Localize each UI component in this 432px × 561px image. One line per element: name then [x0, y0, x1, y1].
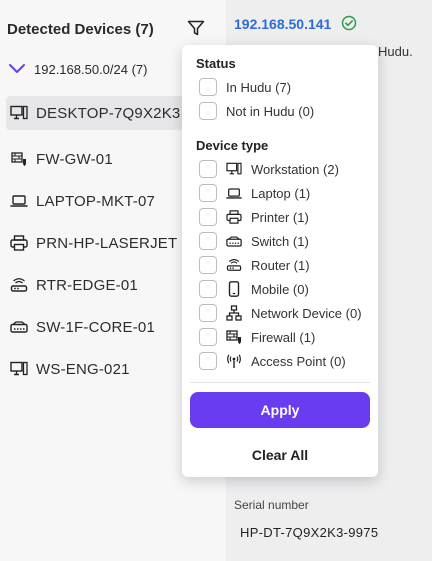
router-icon: [226, 257, 242, 273]
device-label: PRN-HP-LASERJET: [36, 234, 178, 252]
laptop-icon: [10, 193, 28, 209]
workstation-icon: [226, 161, 242, 177]
chevron-down-icon: [9, 64, 25, 73]
filter-option-label: Switch (1): [251, 233, 309, 249]
checkbox[interactable]: [199, 102, 217, 120]
filter-option-label: Mobile (0): [251, 281, 309, 297]
checkbox[interactable]: [199, 328, 217, 346]
mobile-icon: [226, 281, 242, 297]
subnet-group[interactable]: 192.168.50.0/24 (7): [8, 58, 147, 80]
workstation-icon: [10, 105, 28, 121]
device-label: DESKTOP-7Q9X2K3: [36, 104, 181, 122]
serial-number-label: Serial number: [234, 498, 309, 512]
filter-option-label: In Hudu (7): [226, 79, 292, 95]
checkbox[interactable]: [199, 160, 217, 178]
clear-all-button[interactable]: Clear All: [190, 443, 370, 467]
network-device-icon: [226, 305, 242, 321]
filter-option-network-device[interactable]: Network Device (0): [199, 303, 362, 323]
workstation-icon: [10, 361, 28, 377]
filter-option-switch[interactable]: Switch (1): [199, 231, 309, 251]
checkbox[interactable]: [199, 304, 217, 322]
filter-option-label: Router (1): [251, 257, 310, 273]
checkbox[interactable]: [199, 208, 217, 226]
serial-number-value: HP-DT-7Q9X2K3-9975: [240, 525, 379, 540]
device-label: SW-1F-CORE-01: [36, 318, 156, 336]
filter-option-label: Laptop (1): [251, 185, 311, 201]
filter-option-mobile[interactable]: Mobile (0): [199, 279, 309, 299]
device-label: LAPTOP-MKT-07: [36, 192, 156, 210]
filter-option-not-in-hudu[interactable]: Not in Hudu (0): [199, 101, 314, 121]
device-label: FW-GW-01: [36, 150, 113, 168]
check-circle-icon: [341, 15, 357, 36]
checkbox[interactable]: [199, 232, 217, 250]
filter-option-label: Access Point (0): [251, 353, 346, 369]
device-ip-link[interactable]: 192.168.50.141: [234, 16, 331, 32]
filter-dropdown: Status In Hudu (7) Not in Hudu (0) Devic…: [182, 45, 378, 477]
filter-option-label: Workstation (2): [251, 161, 339, 177]
filter-button[interactable]: [184, 16, 208, 40]
hudu-status-text: Hudu.: [378, 44, 413, 59]
filter-option-access-point[interactable]: Access Point (0): [199, 351, 346, 371]
device-label: RTR-EDGE-01: [36, 276, 138, 294]
filter-option-label: Firewall (1): [251, 329, 316, 345]
access-point-icon: [226, 353, 242, 369]
filter-option-in-hudu[interactable]: In Hudu (7): [199, 77, 291, 97]
divider: [190, 382, 370, 383]
filter-option-workstation[interactable]: Workstation (2): [199, 159, 339, 179]
checkbox[interactable]: [199, 280, 217, 298]
checkbox[interactable]: [199, 184, 217, 202]
subnet-label: 192.168.50.0/24 (7): [34, 61, 148, 77]
printer-icon: [10, 235, 28, 251]
firewall-icon: [226, 329, 242, 345]
router-icon: [10, 277, 28, 293]
filter-option-label: Network Device (0): [251, 305, 362, 321]
printer-icon: [226, 209, 242, 225]
filter-option-firewall[interactable]: Firewall (1): [199, 327, 315, 347]
filter-option-router[interactable]: Router (1): [199, 255, 310, 275]
filter-icon: [187, 20, 205, 36]
switch-icon: [226, 233, 242, 249]
firewall-icon: [10, 151, 28, 167]
filter-option-printer[interactable]: Printer (1): [199, 207, 309, 227]
sidebar-title: Detected Devices (7): [7, 21, 154, 38]
device-label: WS-ENG-021: [36, 360, 130, 378]
status-section-title: Status: [196, 56, 236, 71]
switch-icon: [10, 319, 28, 335]
checkbox[interactable]: [199, 256, 217, 274]
filter-option-laptop[interactable]: Laptop (1): [199, 183, 310, 203]
filter-option-label: Printer (1): [251, 209, 309, 225]
laptop-icon: [226, 185, 242, 201]
apply-button[interactable]: Apply: [190, 392, 370, 428]
filter-option-label: Not in Hudu (0): [226, 103, 315, 119]
device-type-section-title: Device type: [196, 138, 269, 153]
checkbox[interactable]: [199, 352, 217, 370]
checkbox[interactable]: [199, 78, 217, 96]
